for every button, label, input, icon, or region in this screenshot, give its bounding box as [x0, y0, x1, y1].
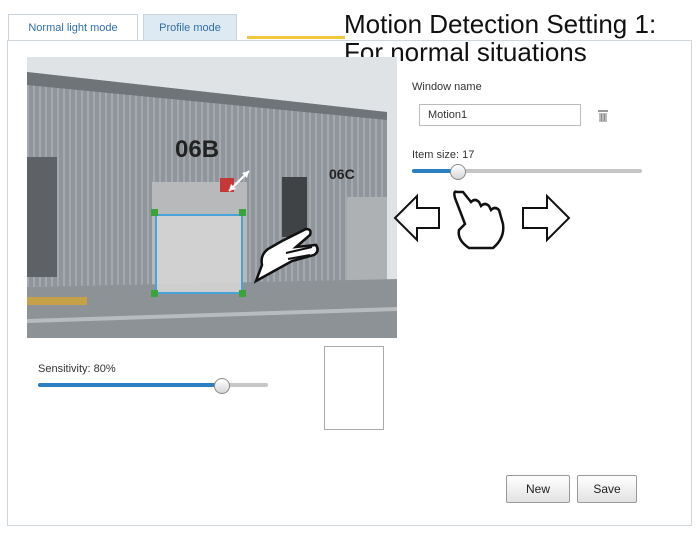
window-name-label: Window name	[412, 81, 482, 93]
tab-profile-mode[interactable]: Profile mode	[143, 14, 237, 41]
object-size-label: Item size: 17	[412, 149, 475, 161]
new-button[interactable]: New	[506, 475, 570, 503]
drag-gesture-icon	[393, 190, 571, 250]
building-label-06c: 06C	[329, 166, 355, 182]
tab-normal-light-mode[interactable]: Normal light mode	[8, 14, 138, 41]
window-name-input[interactable]: Motion1	[419, 104, 581, 126]
tab-label: Profile mode	[159, 22, 221, 34]
slider-thumb[interactable]	[450, 164, 466, 180]
slider-fill	[38, 383, 222, 387]
sensitivity-label: Sensitivity: 80%	[38, 363, 116, 375]
resize-arrow-icon	[228, 170, 250, 192]
building-scene: 06B 06C	[27, 57, 397, 338]
building-label-06b: 06B	[175, 136, 219, 163]
slider-thumb[interactable]	[214, 378, 230, 394]
resize-handle[interactable]	[239, 290, 246, 297]
pointing-hand-icon	[253, 227, 319, 284]
resize-handle[interactable]	[239, 209, 246, 216]
annotation-line	[247, 36, 345, 39]
resize-handle[interactable]	[151, 290, 158, 297]
tab-label: Normal light mode	[28, 22, 118, 34]
delete-icon[interactable]	[598, 110, 608, 122]
sensitivity-slider[interactable]	[38, 378, 268, 394]
live-video-view[interactable]: 06B 06C	[27, 57, 397, 338]
resize-handle[interactable]	[151, 209, 158, 216]
motion-activity-preview	[324, 346, 384, 430]
save-button[interactable]: Save	[577, 475, 637, 503]
object-size-slider[interactable]	[412, 164, 642, 180]
detection-window-motion1[interactable]	[155, 214, 243, 294]
annotation-title-line1: Motion Detection Setting 1:	[344, 9, 657, 39]
